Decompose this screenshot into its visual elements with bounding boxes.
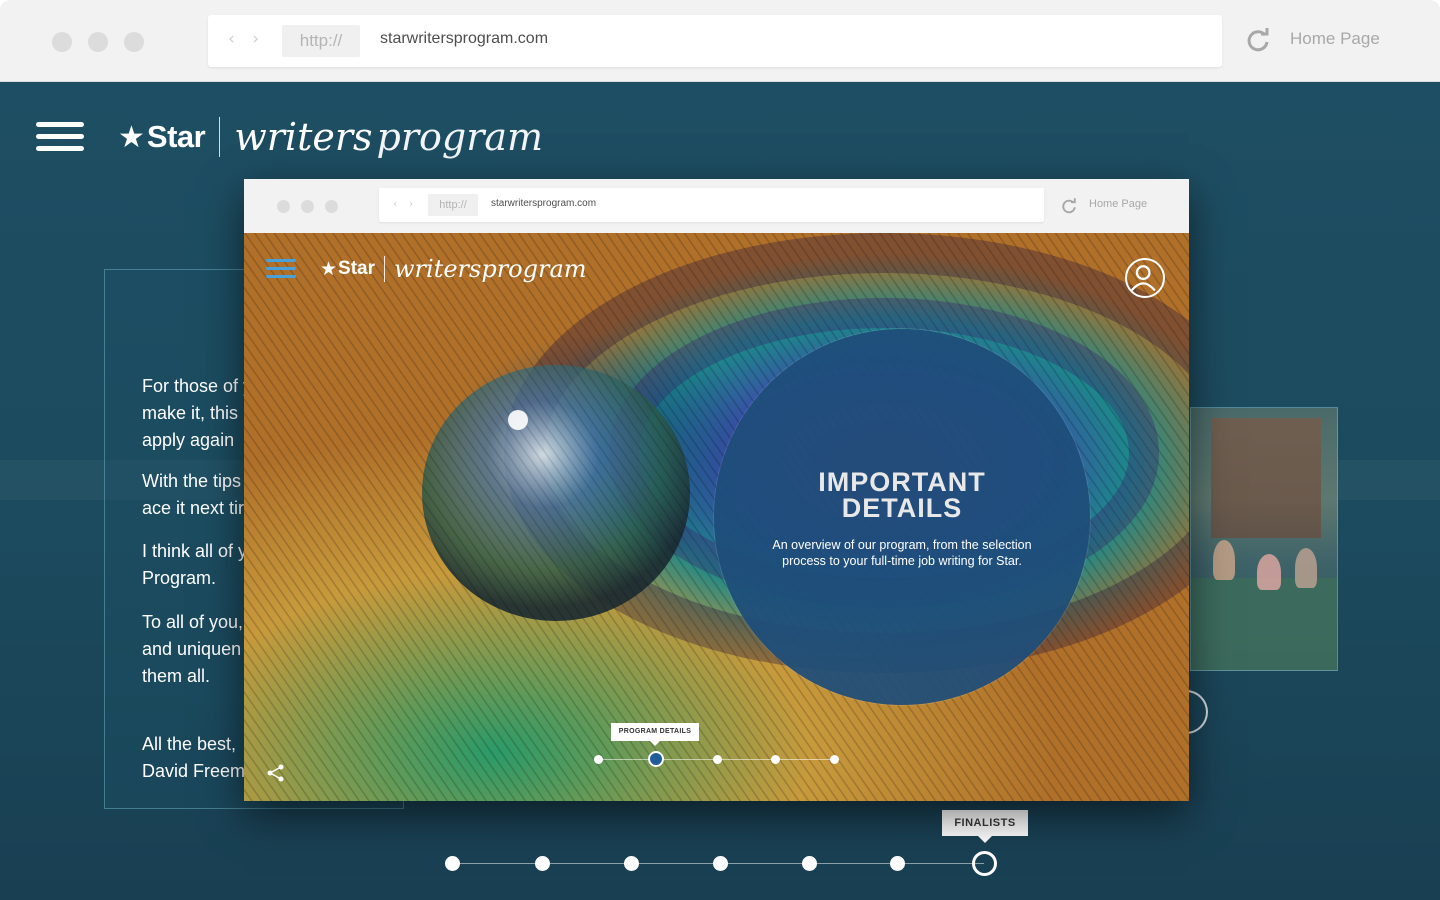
photo-lawn [1191,578,1337,670]
inner-back-forward-arrows-icon: ‹ › [393,197,418,210]
inner-timeline-step [830,755,839,764]
inner-timeline-step [771,755,780,764]
details-title-line2: DETAILS [841,493,963,523]
timeline-step[interactable] [535,856,550,871]
inner-brand-name: Star [338,258,376,279]
hero-peacock-feather: ★ Star writers program IMPORTANT DETAILS… [244,233,1189,801]
important-details-circle: IMPORTANT DETAILS An overview of our pro… [714,329,1090,705]
photo-person [1295,548,1317,588]
reload-icon[interactable] [1244,26,1272,54]
inner-timeline-tooltip: PROGRAM DETAILS [611,723,699,746]
inner-site-logo: ★ Star writers program [320,251,587,287]
inner-browser-toolbar: ‹ › http:// starwritersprogram.com Home … [244,179,1189,233]
letter-paragraph: I think all of y Program. [142,541,248,588]
inner-url-text: starwritersprogram.com [491,198,597,209]
url-protocol: http:// [282,25,360,57]
brand-word-writers: writers [234,115,373,159]
share-icon [267,764,284,782]
inner-home-page-link: Home Page [1089,198,1148,210]
home-page-link[interactable]: Home Page [1290,29,1380,49]
brand-word-program: program [376,115,544,159]
window-maximize-dot[interactable] [124,32,144,52]
inner-reload-icon [1062,198,1076,214]
inner-window-dot [325,200,338,213]
window-close-dot[interactable] [52,32,72,52]
back-forward-arrows-icon[interactable]: ‹ › [228,29,265,49]
inner-browser-mockup: ‹ › http:// starwritersprogram.com Home … [244,179,1189,801]
inner-address-bar: ‹ › http:// starwritersprogram.com [379,188,1044,222]
brand-divider [219,117,221,157]
inner-star-icon: ★ [320,258,338,280]
inner-window-dot [301,200,314,213]
timeline-step[interactable] [802,856,817,871]
timeline-step[interactable] [445,856,460,871]
inner-timeline-step [594,755,603,764]
site-logo[interactable]: ★ Star writers program [118,112,543,162]
timeline-step[interactable] [713,856,728,871]
details-description: An overview of our program, from the sel… [772,538,1032,568]
browser-window: ‹ › http:// starwritersprogram.com Home … [0,0,1440,900]
letter-paragraph: With the tips ace it next tir [142,471,245,518]
letter-signoff: All the best, David Freem [142,734,246,781]
url-text[interactable]: starwritersprogram.com [380,30,548,48]
letter-paragraph: For those of y make it, this apply again [142,376,252,450]
photo-building [1211,418,1321,538]
brand-name: Star [146,119,206,154]
inner-window-dot [277,200,290,213]
photo-person [1257,554,1281,590]
inner-timeline-step-active [648,751,664,767]
inner-timeline-step [713,755,722,764]
details-title: IMPORTANT DETAILS [714,469,1090,523]
timeline-step[interactable] [624,856,639,871]
photo-person [1213,540,1235,580]
students-photo-card[interactable] [1190,407,1338,671]
star-icon: ★ [118,119,145,155]
letter-paragraph: To all of you, and uniquen them all. [142,612,244,686]
inner-url-protocol: http:// [428,194,478,216]
hamburger-icon[interactable] [36,122,84,156]
timeline-step[interactable] [890,856,905,871]
timeline-step-active[interactable] [972,851,997,876]
browser-toolbar: ‹ › http:// starwritersprogram.com Home … [0,0,1440,82]
inner-brand-divider [384,256,386,282]
address-bar[interactable]: ‹ › http:// starwritersprogram.com [208,15,1222,67]
inner-brand-word-writers: writers [394,255,482,283]
timeline-tooltip: FINALISTS [942,810,1028,843]
inner-hamburger-icon [266,259,296,279]
inner-brand-word-program: program [481,255,587,283]
user-avatar-icon [1125,258,1165,298]
window-minimize-dot[interactable] [88,32,108,52]
